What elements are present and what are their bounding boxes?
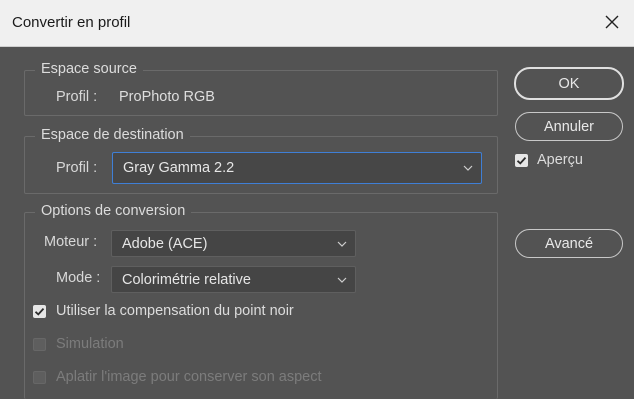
cancel-button[interactable]: Annuler — [515, 112, 623, 141]
flatten-checkbox[interactable] — [33, 371, 46, 384]
ok-button[interactable]: OK — [514, 67, 624, 100]
source-profile-label: Profil : — [56, 89, 98, 105]
preview-label[interactable]: Aperçu — [537, 152, 583, 168]
close-icon — [605, 15, 619, 29]
destination-profile-label: Profil : — [56, 160, 98, 176]
mode-value: Colorimétrie relative — [122, 271, 251, 288]
destination-profile-value: Gray Gamma 2.2 — [123, 160, 235, 176]
window-title: Convertir en profil — [12, 14, 131, 31]
engine-select[interactable]: Adobe (ACE) — [111, 230, 356, 257]
checkmark-icon — [516, 156, 527, 165]
close-button[interactable] — [598, 8, 626, 36]
source-space-group: Espace source Profil : ProPhoto RGB — [24, 61, 498, 116]
source-profile-value: ProPhoto RGB — [119, 89, 215, 105]
destination-space-legend: Espace de destination — [35, 127, 190, 143]
simulation-label: Simulation — [56, 336, 124, 352]
blackpoint-label[interactable]: Utiliser la compensation du point noir — [56, 303, 294, 319]
blackpoint-checkbox[interactable] — [33, 305, 46, 318]
advanced-button-label: Avancé — [544, 235, 594, 252]
mode-label: Mode : — [56, 270, 101, 286]
destination-profile-select[interactable]: Gray Gamma 2.2 — [112, 152, 482, 184]
ok-button-label: OK — [558, 75, 580, 92]
conversion-options-legend: Options de conversion — [35, 203, 192, 219]
advanced-button[interactable]: Avancé — [515, 229, 623, 258]
mode-select[interactable]: Colorimétrie relative — [111, 266, 356, 293]
flatten-label: Aplatir l'image pour conserver son aspec… — [56, 369, 322, 385]
preview-checkbox[interactable] — [515, 154, 528, 167]
chevron-down-icon — [463, 165, 473, 171]
engine-value: Adobe (ACE) — [122, 235, 208, 252]
checkmark-icon — [34, 307, 45, 316]
destination-space-group: Espace de destination Profil : Gray Gamm… — [24, 127, 498, 194]
title-bar: Convertir en profil — [0, 0, 634, 47]
engine-label: Moteur : — [44, 234, 98, 250]
chevron-down-icon — [337, 241, 347, 247]
chevron-down-icon — [337, 277, 347, 283]
cancel-button-label: Annuler — [544, 118, 594, 135]
simulation-checkbox[interactable] — [33, 338, 46, 351]
source-space-legend: Espace source — [35, 61, 143, 77]
